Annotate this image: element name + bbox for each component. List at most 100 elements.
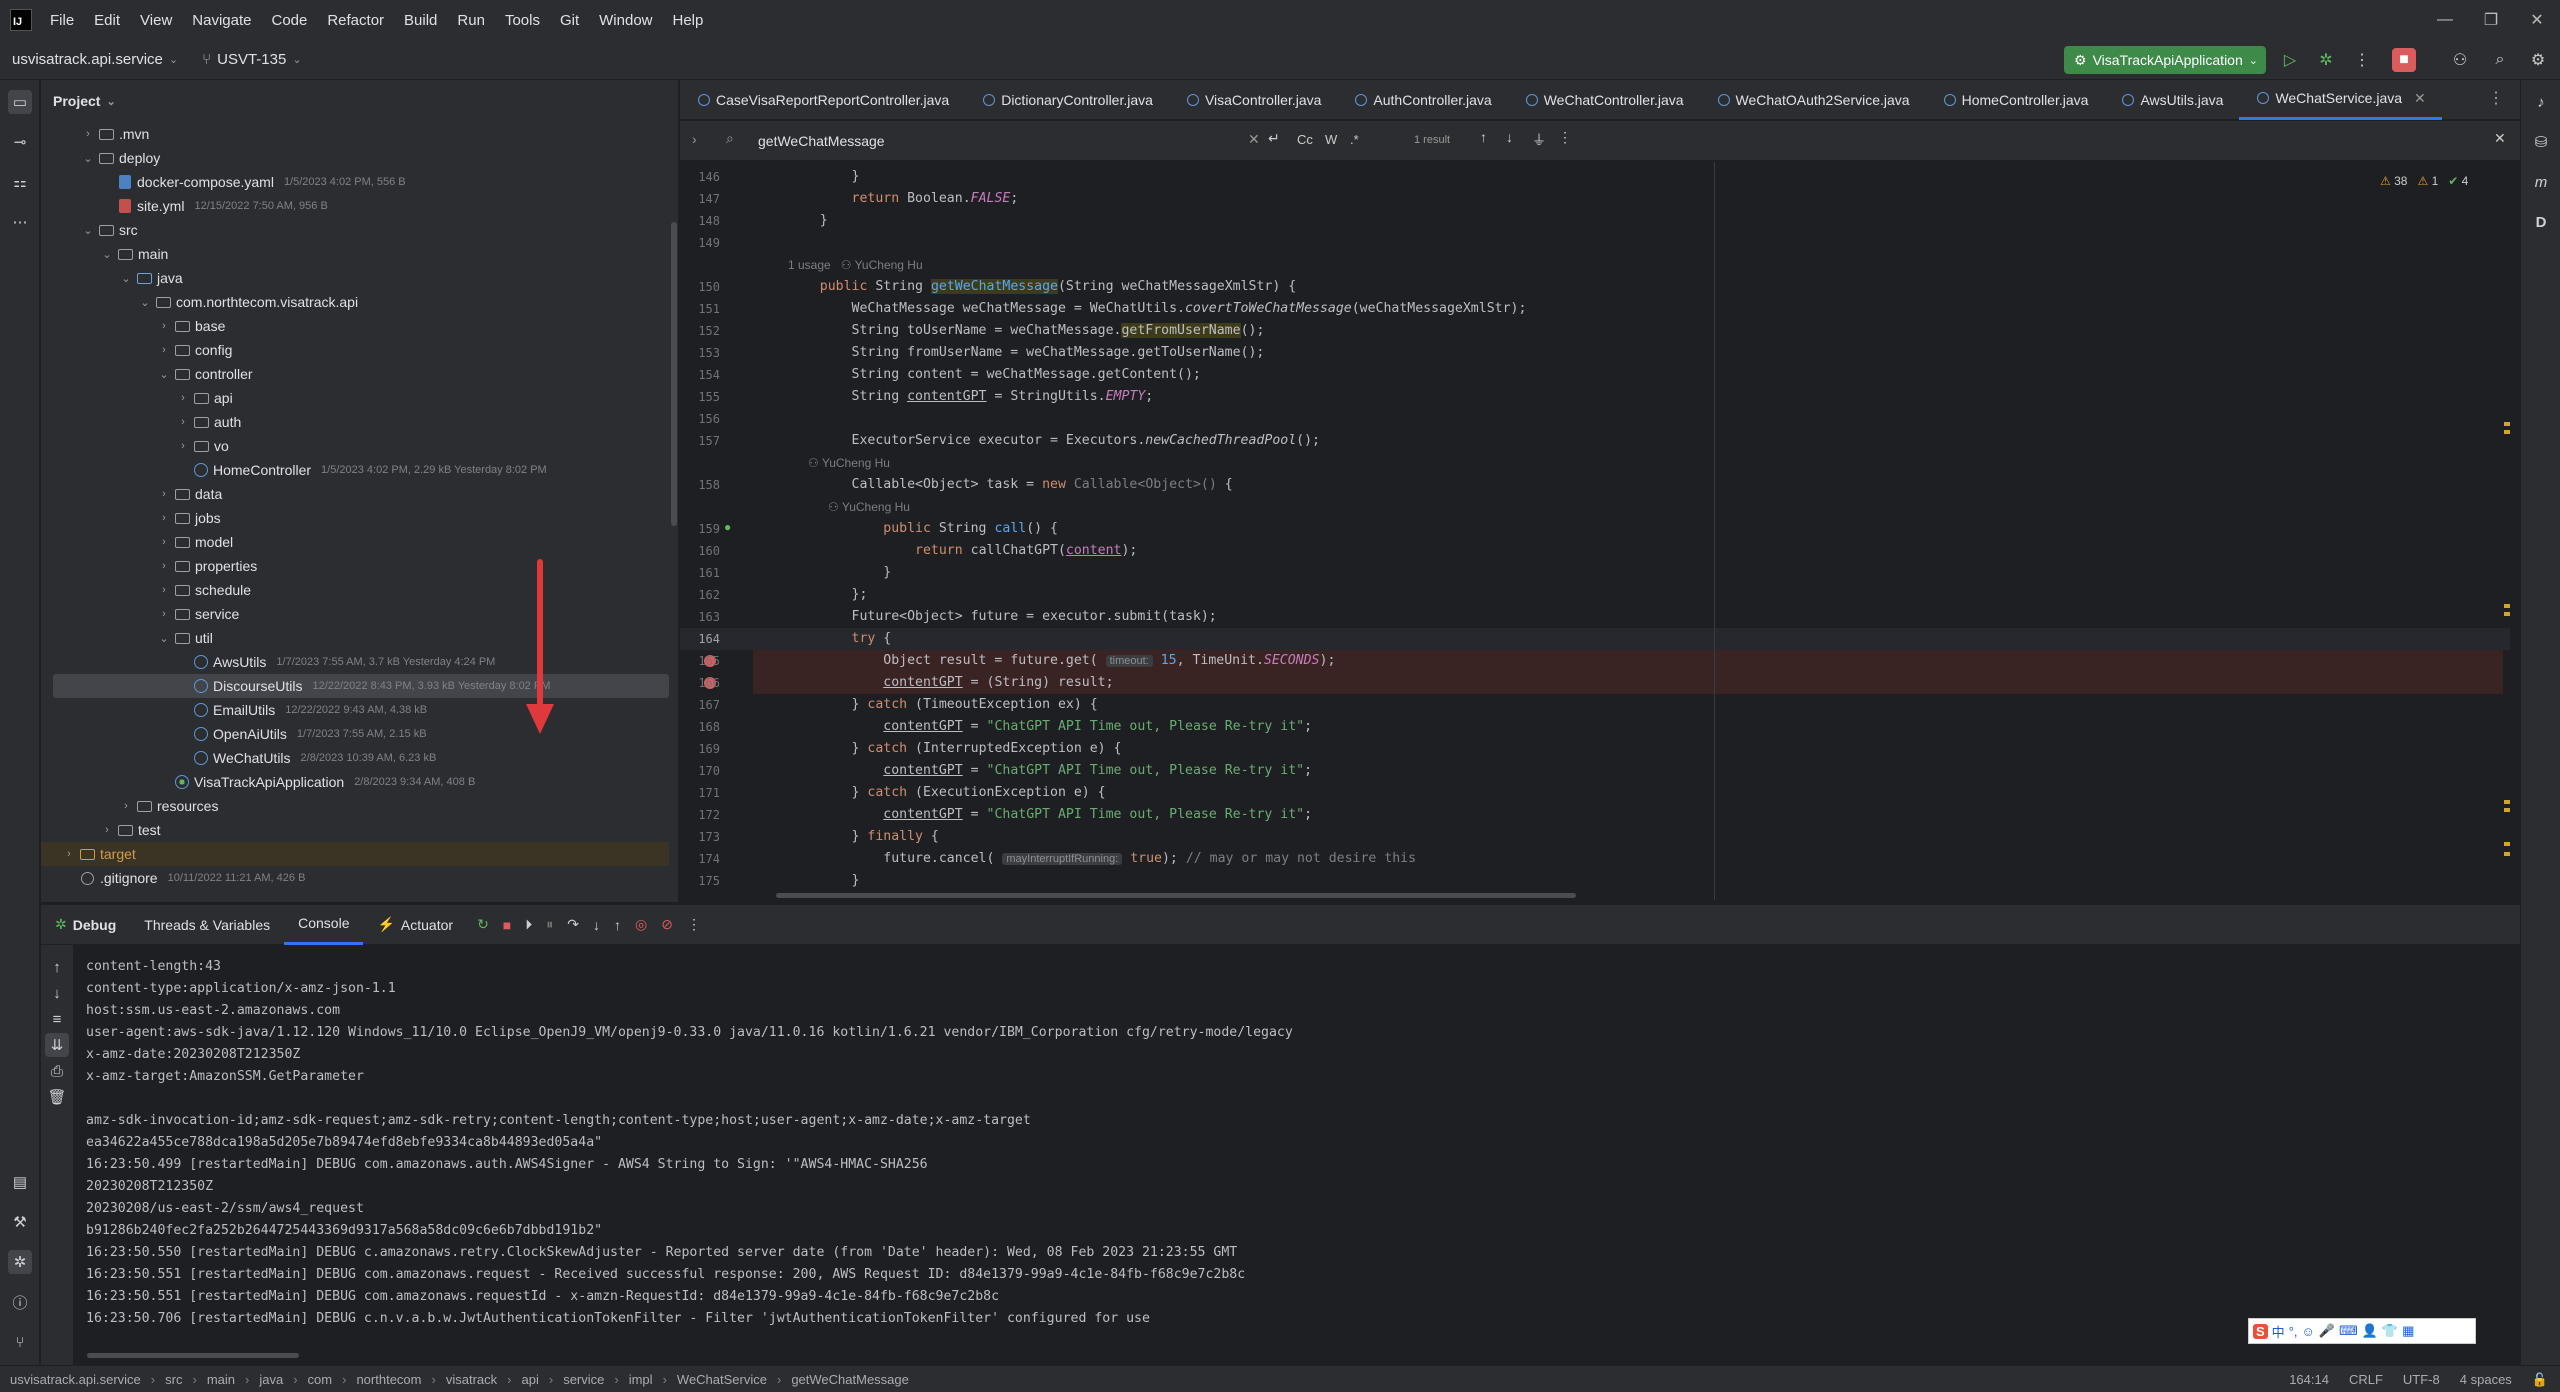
editor-tab[interactable]: HomeController.java [1926,80,2105,120]
d-plugin-icon[interactable]: D [2529,210,2553,234]
notifications-icon[interactable]: ♪ [2529,90,2553,114]
expanded-chevron-icon[interactable]: ⌄ [80,152,96,165]
tree-item[interactable]: › auth [41,410,669,434]
new-line-icon[interactable]: ↵ [1268,130,1280,147]
inspection-widget[interactable]: ⚠ 38 ⚠ 1 ✔ 4 [2380,174,2468,188]
run-configuration-selector[interactable]: ⚙ VisaTrackApiApplication ⌄ [2064,46,2266,74]
find-input[interactable] [758,128,1238,154]
commit-icon[interactable]: ⊸ [8,130,32,154]
editor-tab[interactable]: WeChatService.java ✕ [2239,80,2442,120]
collapsed-chevron-icon[interactable]: › [175,440,191,452]
up-arrow-icon[interactable]: ↑ [45,955,69,979]
search-more-icon[interactable]: ⋮ [1558,129,1572,146]
tree-item[interactable]: › data [41,482,669,506]
stop-debug-icon[interactable]: ■ [503,917,511,933]
editor-tab[interactable]: AwsUtils.java [2104,80,2239,120]
collapsed-chevron-icon[interactable]: › [99,824,115,836]
debug-more-icon[interactable]: ⋮ [687,916,701,933]
breadcrumb-item[interactable]: getWeChatMessage [791,1372,909,1387]
editor-tab[interactable]: WeChatController.java [1508,80,1700,120]
menu-window[interactable]: Window [599,12,652,29]
breadcrumb-item[interactable]: com [308,1372,333,1387]
settings-gear-icon[interactable]: ⚙ [2526,48,2550,72]
tree-item[interactable]: AwsUtils 1/7/2023 7:55 AM, 3.7 kB Yesterd… [41,650,669,674]
close-find-icon[interactable]: ✕ [2494,130,2506,147]
tree-item[interactable]: ⌄ java [41,266,669,290]
lock-icon[interactable]: 🔓 [2532,1372,2548,1388]
tree-item[interactable]: HomeController 1/5/2023 4:02 PM, 2.29 kB … [41,458,669,482]
tree-item[interactable]: ⌄ src [41,218,669,242]
project-header[interactable]: Project ⌄ [41,80,678,122]
structure-icon[interactable]: ⚏ [8,170,32,194]
stripe-mark[interactable] [2504,612,2510,616]
indent-setting[interactable]: 4 spaces [2460,1372,2512,1387]
collapsed-chevron-icon[interactable]: › [156,536,172,548]
project-selector[interactable]: usvisatrack.api.service ⌄ [12,51,178,68]
print-icon[interactable]: ⎙ [45,1059,69,1083]
author-hint[interactable]: ⚇ YuCheng Hu [808,456,890,470]
tree-item[interactable]: › target [41,842,669,866]
git-icon[interactable]: ⑂ [8,1330,32,1354]
close-window-icon[interactable]: ✕ [2514,0,2560,40]
collapsed-chevron-icon[interactable]: › [175,392,191,404]
menu-help[interactable]: Help [673,12,704,29]
editor-tab[interactable]: AuthController.java [1337,80,1507,120]
collapsed-chevron-icon[interactable]: › [156,488,172,500]
breadcrumb-item[interactable]: WeChatService [677,1372,767,1387]
branch-selector[interactable]: ⑂ USVT-135 ⌄ [202,51,301,68]
expanded-chevron-icon[interactable]: ⌄ [99,248,115,261]
tree-item[interactable]: › .mvn [41,122,669,146]
tree-item[interactable]: › schedule [41,578,669,602]
editor-tab[interactable]: WeChatOAuth2Service.java [1700,80,1926,120]
editor-tab[interactable]: CaseVisaReportReportController.java [680,80,965,120]
tree-scrollbar[interactable] [671,222,677,526]
filter-icon[interactable]: ⏚ [1532,130,1546,150]
view-breakpoints-icon[interactable]: ◎ [635,916,647,933]
tree-item[interactable]: › service [41,602,669,626]
collapsed-chevron-icon[interactable]: › [156,560,172,572]
debug-bug-icon[interactable]: ✲ [8,1250,32,1274]
tree-item[interactable]: OpenAiUtils 1/7/2023 7:55 AM, 2.15 kB [41,722,669,746]
step-over-icon[interactable]: ↷ [567,916,579,933]
more-tools-icon[interactable]: ⋯ [8,210,32,234]
breadcrumb-item[interactable]: visatrack [446,1372,497,1387]
tree-item[interactable]: ⌄ util [41,626,669,650]
tree-item[interactable]: ⌄ controller [41,362,669,386]
collapsed-chevron-icon[interactable]: › [80,128,96,140]
expanded-chevron-icon[interactable]: ⌄ [156,632,172,645]
tab-console[interactable]: Console [284,905,364,945]
expand-replace-icon[interactable]: › [692,131,697,147]
tree-item[interactable]: docker-compose.yaml 1/5/2023 4:02 PM, 556… [41,170,669,194]
problems-icon[interactable]: ⓘ [8,1290,32,1314]
breadcrumb-item[interactable]: impl [629,1372,653,1387]
menu-tools[interactable]: Tools [505,12,540,29]
tree-item[interactable]: › vo [41,434,669,458]
expanded-chevron-icon[interactable]: ⌄ [118,272,134,285]
stripe-mark[interactable] [2504,808,2510,812]
previous-occurrence-icon[interactable]: ↑ [1480,129,1487,145]
next-occurrence-icon[interactable]: ↓ [1506,129,1513,145]
file-encoding[interactable]: UTF-8 [2403,1372,2440,1387]
menu-build[interactable]: Build [404,12,437,29]
terminal-icon[interactable]: ▤ [8,1170,32,1194]
scroll-to-end-icon[interactable]: ⇊ [45,1033,69,1057]
author-hint[interactable]: ⚇ YuCheng Hu [828,500,910,514]
search-icon[interactable]: ⌕ [2488,48,2512,72]
breadcrumb-item[interactable]: api [521,1372,538,1387]
run-icon[interactable]: ▷ [2278,48,2302,72]
menu-navigate[interactable]: Navigate [192,12,251,29]
menu-view[interactable]: View [140,12,172,29]
stripe-mark[interactable] [2504,842,2510,846]
match-case-toggle[interactable]: Cc [1297,132,1313,147]
collapsed-chevron-icon[interactable]: › [118,800,134,812]
console-output[interactable]: ↑ ↓ ≡ ⇊ ⎙ 🗑 content-length:43 content-typ… [41,945,2520,1365]
add-user-icon[interactable]: ⚇ [2448,48,2472,72]
tree-item[interactable]: site.yml 12/15/2022 7:50 AM, 956 B [41,194,669,218]
stripe-mark[interactable] [2504,422,2510,426]
breadcrumb-item[interactable]: service [563,1372,604,1387]
clear-search-icon[interactable]: ✕ [1248,131,1260,148]
tabs-more-icon[interactable]: ⋮ [2488,88,2504,108]
usage-hint[interactable]: 1 usage ⚇ YuCheng Hu [788,258,923,272]
tree-item[interactable]: › resources [41,794,669,818]
tree-item[interactable]: › jobs [41,506,669,530]
